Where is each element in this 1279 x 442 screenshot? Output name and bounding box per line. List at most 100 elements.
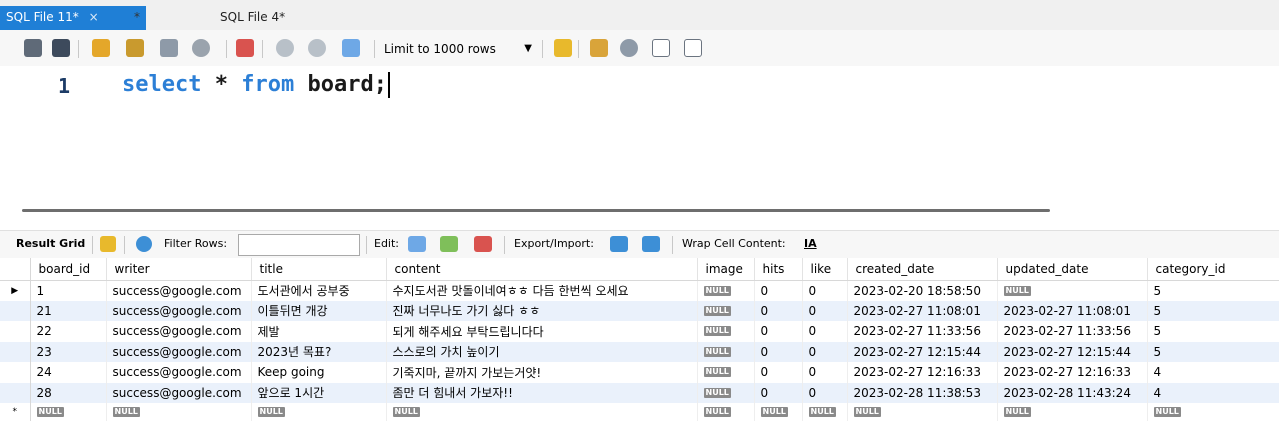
add-row-icon[interactable]	[440, 236, 458, 252]
row-marker[interactable]	[0, 362, 31, 383]
cell-content[interactable]: 진짜 너무나도 가기 싫다 ㅎㅎ	[386, 300, 698, 321]
table-row[interactable]: 24 success@google.com Keep going 기죽지마, 끝까지 …	[0, 362, 1279, 383]
cell-writer[interactable]: success@google.com	[106, 280, 252, 301]
cell-like[interactable]: 0	[802, 280, 848, 301]
cell-image[interactable]: NULL	[697, 403, 755, 421]
cell-image[interactable]: NULL	[697, 280, 755, 301]
stop-icon[interactable]	[192, 39, 210, 57]
cell-hits[interactable]: NULL	[754, 403, 803, 421]
row-marker[interactable]: ▶	[0, 280, 31, 301]
table-row[interactable]: ▶ 1 success@google.com 도서관에서 공부중 수지도서관 맛돌이네여…	[0, 280, 1279, 301]
column-header[interactable]: board_id	[30, 258, 107, 281]
cell-like[interactable]: 0	[802, 362, 848, 383]
column-header[interactable]: hits	[754, 258, 803, 281]
cell-content[interactable]: 기죽지마, 끝까지 가보는거얏!	[386, 362, 698, 383]
cell-created-date[interactable]: 2023-02-28 11:38:53	[847, 382, 998, 403]
column-header[interactable]: updated_date	[997, 258, 1148, 281]
row-marker[interactable]	[0, 382, 31, 403]
toggle-error-icon[interactable]	[236, 39, 254, 57]
cell-created-date[interactable]: 2023-02-27 12:15:44	[847, 341, 998, 362]
cell-hits[interactable]: 0	[754, 300, 803, 321]
tab-sql-file-11[interactable]: SQL File 11* ×	[0, 6, 146, 30]
save-icon[interactable]	[52, 39, 70, 57]
cell-created-date[interactable]: 2023-02-20 18:58:50	[847, 280, 998, 301]
cell-title[interactable]: 2023년 목표?	[251, 341, 387, 362]
cell-image[interactable]: NULL	[697, 382, 755, 403]
cell-hits[interactable]: 0	[754, 382, 803, 403]
cell-category-id[interactable]: 5	[1147, 300, 1279, 321]
cell-updated-date[interactable]: NULL	[997, 280, 1148, 301]
cell-title[interactable]: Keep going	[251, 362, 387, 383]
cell-category-id[interactable]: 5	[1147, 321, 1279, 342]
cell-updated-date[interactable]: 2023-02-27 11:33:56	[997, 321, 1148, 342]
edit-row-icon[interactable]	[408, 236, 426, 252]
cell-like[interactable]: 0	[802, 382, 848, 403]
cell-writer[interactable]: success@google.com	[106, 341, 252, 362]
cell-image[interactable]: NULL	[697, 341, 755, 362]
table-row[interactable]: 22 success@google.com 제발 되게 해주세요 부탁드립니다다 NUL…	[0, 321, 1279, 342]
cell-image[interactable]: NULL	[697, 362, 755, 383]
cell-board-id[interactable]: 28	[30, 382, 107, 403]
cell-hits[interactable]: 0	[754, 280, 803, 301]
beautify-icon[interactable]	[590, 39, 608, 57]
grid-view-icon[interactable]	[100, 236, 116, 252]
row-marker[interactable]: *	[0, 403, 31, 421]
import-icon[interactable]	[642, 236, 660, 252]
table-row[interactable]: 28 success@google.com 앞으로 1시간 좀만 더 힘내서 가보자!…	[0, 382, 1279, 403]
cell-updated-date[interactable]: 2023-02-27 11:08:01	[997, 300, 1148, 321]
invisible-chars-icon[interactable]	[652, 39, 670, 57]
cell-content[interactable]: 좀만 더 힘내서 가보자!!	[386, 382, 698, 403]
cell-updated-date[interactable]: 2023-02-28 11:43:24	[997, 382, 1148, 403]
close-icon[interactable]: ×	[89, 6, 99, 28]
table-row[interactable]: 23 success@google.com 2023년 목표? 스스로의 가치 높이기…	[0, 341, 1279, 362]
cell-writer[interactable]: success@google.com	[106, 321, 252, 342]
refresh-icon[interactable]	[136, 236, 152, 252]
cell-writer[interactable]: success@google.com	[106, 362, 252, 383]
open-folder-icon[interactable]	[24, 39, 42, 57]
cell-board-id[interactable]: 1	[30, 280, 107, 301]
result-grid-tab[interactable]: Result Grid	[16, 237, 85, 250]
tab-unsaved[interactable]: *	[128, 6, 146, 30]
cell-image[interactable]: NULL	[697, 300, 755, 321]
execute-current-icon[interactable]	[126, 39, 144, 57]
cell-created-date[interactable]: 2023-02-27 11:33:56	[847, 321, 998, 342]
sql-code[interactable]: select * from board;	[122, 72, 390, 98]
wrap-cell-icon[interactable]: IA	[804, 237, 817, 250]
cell-title[interactable]: 앞으로 1시간	[251, 382, 387, 403]
wrap-icon[interactable]	[684, 39, 702, 57]
cell-like[interactable]: 0	[802, 341, 848, 362]
cell-like[interactable]: NULL	[802, 403, 848, 421]
cell-writer[interactable]: NULL	[106, 403, 252, 421]
cell-content[interactable]: 수지도서관 맛돌이네여ㅎㅎ 다듬 한번씩 오세요	[386, 280, 698, 301]
limit-rows-select[interactable]: Limit to 1000 rows ▼	[384, 38, 538, 60]
export-icon[interactable]	[610, 236, 628, 252]
cell-updated-date[interactable]: 2023-02-27 12:15:44	[997, 341, 1148, 362]
cell-category-id[interactable]: 4	[1147, 362, 1279, 383]
new-row[interactable]: * NULL NULL NULL NULL NULL NULL NULL NULL NULL NUL…	[0, 403, 1279, 421]
cell-like[interactable]: 0	[802, 300, 848, 321]
bookmark-icon[interactable]	[554, 39, 572, 57]
cell-created-date[interactable]: 2023-02-27 11:08:01	[847, 300, 998, 321]
rollback-icon[interactable]	[308, 39, 326, 57]
cell-content[interactable]: NULL	[386, 403, 698, 421]
cell-updated-date[interactable]: NULL	[997, 403, 1148, 421]
cell-board-id[interactable]: 24	[30, 362, 107, 383]
autocommit-icon[interactable]	[342, 39, 360, 57]
column-header[interactable]: writer	[106, 258, 252, 281]
cell-title[interactable]: 이틀뒤면 개강	[251, 300, 387, 321]
table-row[interactable]: 21 success@google.com 이틀뒤면 개강 진짜 너무나도 가기 싫다…	[0, 300, 1279, 321]
find-icon[interactable]	[620, 39, 638, 57]
cell-category-id[interactable]: 5	[1147, 341, 1279, 362]
row-marker[interactable]	[0, 341, 31, 362]
column-header[interactable]: content	[386, 258, 698, 281]
row-marker[interactable]	[0, 300, 31, 321]
row-marker[interactable]	[0, 321, 31, 342]
horizontal-scrollbar[interactable]	[22, 209, 1050, 212]
explain-icon[interactable]	[160, 39, 178, 57]
cell-board-id[interactable]: 21	[30, 300, 107, 321]
execute-icon[interactable]	[92, 39, 110, 57]
cell-title[interactable]: 도서관에서 공부중	[251, 280, 387, 301]
cell-title[interactable]: NULL	[251, 403, 387, 421]
cell-created-date[interactable]: 2023-02-27 12:16:33	[847, 362, 998, 383]
cell-image[interactable]: NULL	[697, 321, 755, 342]
